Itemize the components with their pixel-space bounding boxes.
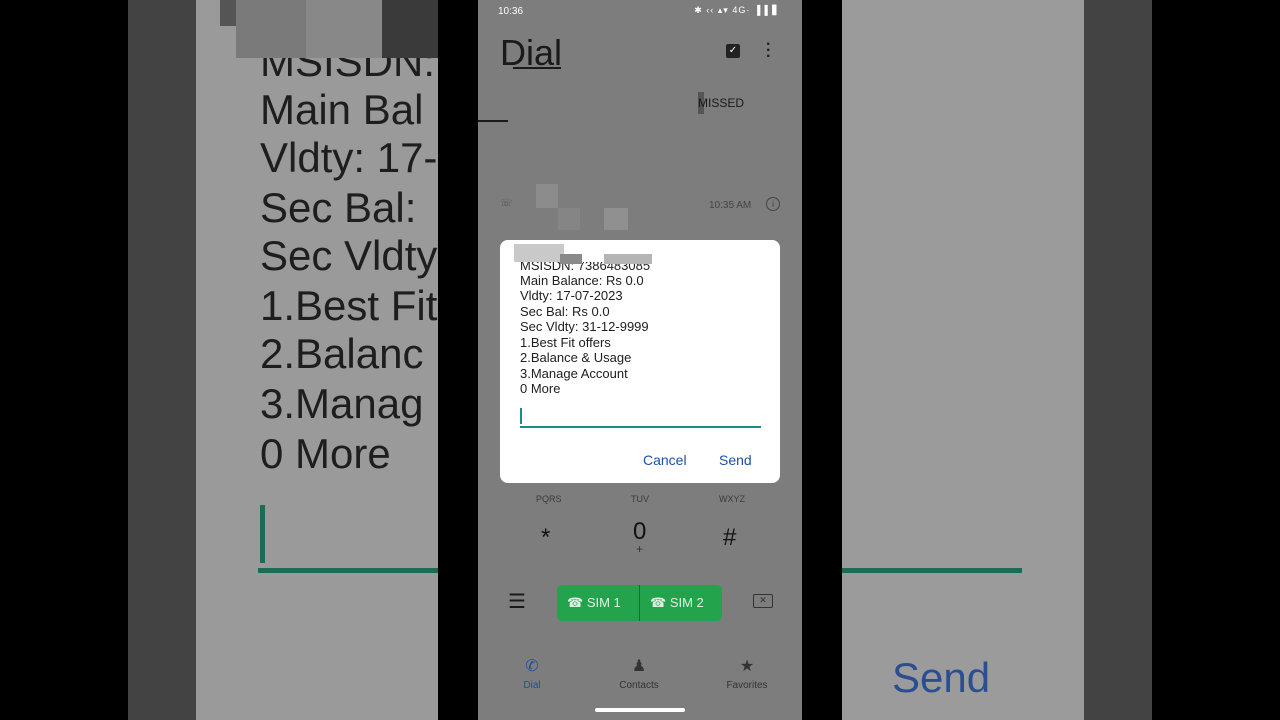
info-icon[interactable]: i [766,197,780,211]
title-underline [513,67,561,69]
key-hash[interactable]: # [723,524,736,552]
nav-dial-label: Dial [523,680,541,691]
key-star[interactable]: * [541,524,550,552]
text-cursor [520,408,522,424]
recent-call-time: 10:35 AM [709,200,752,211]
bg-line: 2.Balanc [260,330,424,377]
sim-call-buttons: ☎ SIM 1 ☎ SIM 2 [557,585,722,621]
background-right-panel [842,0,1152,720]
video-frame: MSISDN: Main Bal Vldty: 17- Sec Bal: Sec… [0,0,1280,720]
bg-input-underline-right [842,568,1022,573]
status-icons: ✱ ‹‹ ▴▾ 4G· ▐▐ ▋ [694,5,780,15]
tab-missed[interactable]: MISSED [698,96,744,110]
bg-line: 3.Manag [260,380,424,427]
redacted-contact [536,184,558,208]
phone-icon: ✆ [525,658,539,675]
dialog-line: 2.Balance & Usage [520,350,632,365]
key-7-letters: PQRS [536,494,562,504]
nav-contacts-label: Contacts [619,680,659,691]
more-options-icon[interactable]: · · · [766,37,771,65]
menu-icon[interactable]: ☰ [508,592,526,612]
contacts-icon: ♟ [631,658,647,675]
key-8-letters: TUV [631,494,649,504]
dialog-line: Sec Bal: Rs 0.0 [520,304,610,319]
bg-send-label: Send [892,654,991,701]
status-bar: 10:36 ✱ ‹‹ ▴▾ 4G· ▐▐ ▋ [478,0,802,24]
sim1-label: SIM 1 [586,595,621,610]
call-sim2-button[interactable]: ☎ SIM 2 [640,585,722,621]
dialog-line: Vldty: 17-07-2023 [520,288,623,303]
ussd-reply-input[interactable] [520,404,761,428]
status-time: 10:36 [498,6,524,17]
bg-line: Vldty: 17- [260,134,438,181]
dialog-line: 0 More [520,381,561,396]
select-checkbox-icon[interactable]: ✓ [726,44,740,58]
bg-line: Sec Bal: [260,184,417,231]
nav-favorites[interactable]: ★ Favorites [707,656,787,691]
bg-line: 1.Best Fit [260,282,438,329]
key-9-letters: WXYZ [719,494,745,504]
outgoing-call-icon: ☏ [500,198,513,209]
home-indicator[interactable] [595,708,685,712]
backspace-icon[interactable]: ✕ [753,594,773,608]
key-0-plus: + [636,542,644,556]
nav-dial[interactable]: ✆ Dial [492,656,572,691]
dialog-line: 1.Best Fit offers [520,335,611,350]
dialog-line: Sec Vldty: 31-12-9999 [520,319,649,334]
ussd-dialog: MSISDN: 7386483085 Main Balance: Rs 0.0 … [500,240,780,483]
dialog-line: Main Balance: Rs 0.0 [520,273,644,288]
sim2-label: SIM 2 [669,595,704,610]
bg-line: Main Bal [260,86,424,133]
cancel-button[interactable]: Cancel [643,452,687,468]
bg-input-underline [258,568,438,573]
dialog-line: 3.Manage Account [520,366,628,381]
bg-line: 0 More [260,430,391,477]
bg-line: Sec Vldty [260,232,438,279]
background-zoomed-text: MSISDN: Main Bal Vldty: 17- Sec Bal: Sec… [196,0,438,720]
nav-favorites-label: Favorites [726,680,768,691]
star-icon: ★ [739,658,755,675]
call-sim1-button[interactable]: ☎ SIM 1 [557,585,639,621]
tab-indicator [478,120,508,122]
bg-cursor [260,505,265,563]
send-button[interactable]: Send [719,452,752,468]
nav-contacts[interactable]: ♟ Contacts [599,656,679,691]
